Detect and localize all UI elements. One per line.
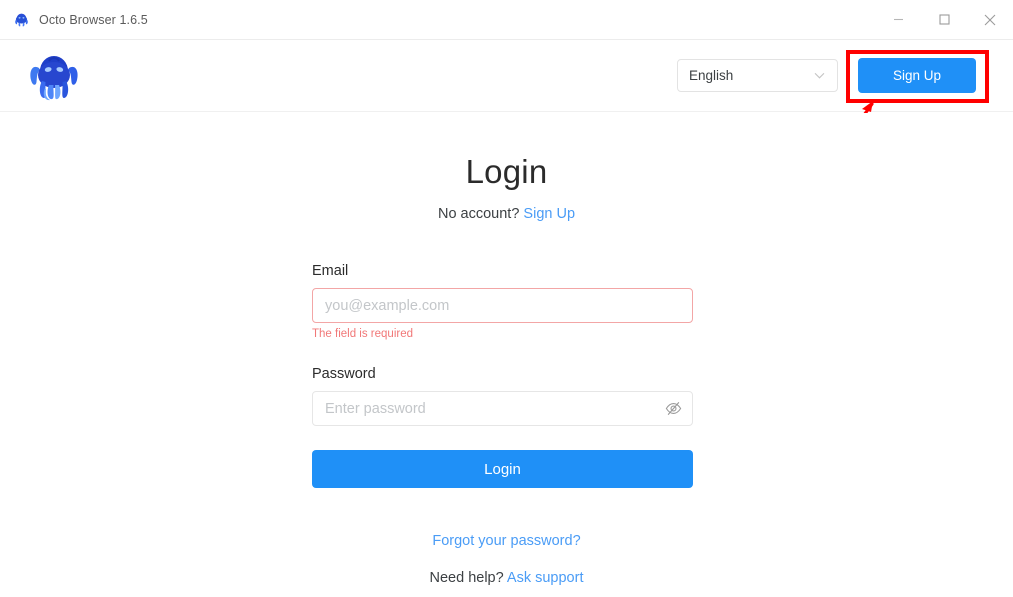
language-selected-value: English — [689, 68, 734, 83]
eye-slash-icon[interactable] — [664, 399, 683, 418]
octopus-icon — [13, 11, 30, 28]
chevron-down-icon — [813, 69, 826, 82]
no-account-text: No account? — [437, 206, 520, 222]
signup-button-header[interactable]: Sign Up — [858, 58, 976, 93]
email-error-message: The field is required — [312, 328, 413, 340]
minimize-button[interactable] — [875, 0, 921, 39]
signup-link[interactable]: Sign Up — [523, 206, 575, 222]
password-input[interactable] — [312, 391, 693, 426]
email-label: Email — [312, 263, 349, 279]
app-header: English Sign Up — [0, 40, 1013, 112]
support-row: Need help? Ask support — [0, 570, 1013, 586]
page-title: Login — [465, 153, 548, 190]
window-title: Octo Browser 1.6.5 — [39, 12, 148, 27]
window-titlebar: Octo Browser 1.6.5 — [0, 0, 1013, 40]
form-spacer — [312, 340, 693, 366]
window-controls — [875, 0, 1013, 39]
ask-support-link[interactable]: Ask support — [507, 570, 584, 586]
titlebar-left-group: Octo Browser 1.6.5 — [0, 11, 148, 28]
email-input[interactable] — [312, 288, 693, 323]
no-account-line: No account? Sign Up — [0, 206, 1013, 222]
close-button[interactable] — [967, 0, 1013, 39]
password-label: Password — [312, 366, 376, 382]
login-button[interactable]: Login — [312, 450, 693, 488]
email-input-wrap — [312, 288, 693, 323]
app-window: Octo Browser 1.6.5 English Sign Up Login… — [0, 0, 1013, 597]
forgot-password-link[interactable]: Forgot your password? — [432, 533, 580, 549]
forgot-password-row: Forgot your password? — [0, 533, 1013, 549]
password-input-wrap — [312, 391, 693, 426]
login-form: Email The field is required Password Log… — [312, 263, 693, 488]
octo-browser-logo — [25, 48, 83, 103]
language-select[interactable]: English — [677, 59, 838, 92]
login-page: Login No account? Sign Up Email The fiel… — [0, 113, 1013, 597]
maximize-button[interactable] — [921, 0, 967, 39]
need-help-text: Need help? — [429, 570, 504, 586]
